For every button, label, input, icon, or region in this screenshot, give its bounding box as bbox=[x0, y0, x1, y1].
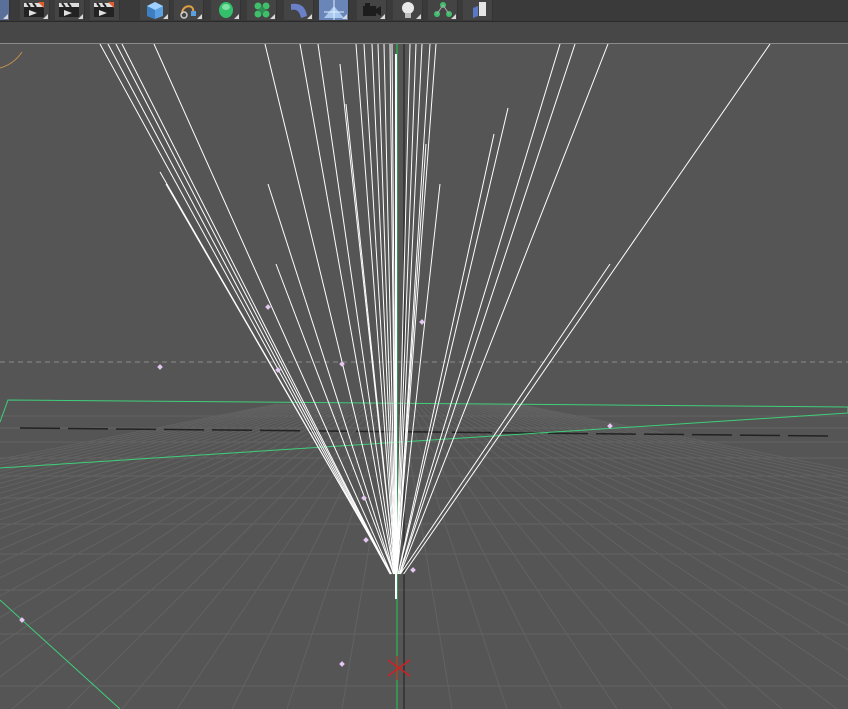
grid-line bbox=[516, 403, 848, 471]
vertex-point[interactable] bbox=[419, 319, 425, 325]
toolbar-button-spline[interactable] bbox=[174, 0, 204, 20]
menu-corner-icon bbox=[451, 14, 456, 19]
menu-corner-icon bbox=[3, 14, 8, 19]
grid-line bbox=[11, 403, 370, 709]
grid-line bbox=[0, 403, 346, 564]
vertex-point[interactable] bbox=[339, 661, 345, 667]
grid-line bbox=[464, 403, 848, 540]
grid-line bbox=[0, 403, 366, 678]
grid-line bbox=[424, 403, 783, 709]
grid-line bbox=[496, 403, 848, 489]
vertex-point[interactable] bbox=[363, 537, 369, 543]
toolbar-button-deformer[interactable] bbox=[284, 0, 314, 20]
floor-grid bbox=[0, 403, 848, 709]
toolbar-button-subdivision[interactable] bbox=[211, 0, 241, 20]
menu-corner-icon bbox=[270, 14, 275, 19]
grid-line bbox=[286, 403, 390, 709]
hair-strand bbox=[115, 44, 391, 575]
toolbar-button-cloner[interactable] bbox=[247, 0, 277, 20]
grid-line bbox=[231, 403, 386, 709]
toolbar-button-effector[interactable] bbox=[463, 0, 493, 20]
grid-line bbox=[408, 403, 563, 709]
vertex-point[interactable] bbox=[410, 567, 416, 573]
viewport-header bbox=[0, 22, 848, 44]
hair-strand bbox=[396, 143, 427, 575]
grid-line bbox=[448, 403, 848, 589]
grid-line bbox=[472, 403, 848, 523]
main-toolbar bbox=[0, 0, 848, 22]
selection-outline-bottom bbox=[0, 599, 121, 709]
grid-line bbox=[412, 403, 618, 709]
grid-line bbox=[444, 403, 848, 606]
grid-line bbox=[428, 403, 838, 709]
grid-line bbox=[0, 403, 278, 460]
hair-strand bbox=[398, 44, 561, 575]
grid-line bbox=[341, 403, 394, 709]
grid-line bbox=[0, 403, 298, 476]
hair-strand bbox=[165, 183, 392, 575]
hair-strand bbox=[397, 133, 495, 575]
grid-line bbox=[452, 403, 848, 574]
menu-corner-icon bbox=[78, 14, 83, 19]
toolbar-button-floor[interactable] bbox=[319, 0, 349, 20]
menu-corner-icon bbox=[163, 14, 168, 19]
menu-corner-icon bbox=[234, 14, 239, 19]
toolbar-button-light[interactable] bbox=[393, 0, 423, 20]
vertex-point[interactable] bbox=[157, 364, 163, 370]
toolbar-button-render-view[interactable] bbox=[20, 0, 50, 20]
grid-line bbox=[400, 403, 453, 709]
grid-line bbox=[404, 403, 508, 709]
hair-strand bbox=[153, 44, 392, 575]
menu-corner-icon bbox=[197, 14, 202, 19]
viewport-canvas[interactable] bbox=[0, 44, 848, 709]
toolbar-button-cube[interactable] bbox=[140, 0, 170, 20]
menu-corner-icon bbox=[43, 14, 48, 19]
menu-corner-icon bbox=[307, 14, 312, 19]
effector-icon bbox=[473, 2, 486, 18]
grid-line bbox=[0, 403, 362, 645]
toolbar-button-render-active[interactable] bbox=[0, 0, 10, 20]
grid-line bbox=[0, 403, 342, 551]
render-settings-icon bbox=[94, 2, 114, 17]
grid-line bbox=[492, 403, 848, 493]
menu-corner-icon bbox=[416, 14, 421, 19]
axis-gizmo[interactable] bbox=[387, 656, 411, 680]
grid-line bbox=[488, 403, 848, 498]
spline-curve bbox=[0, 51, 23, 69]
toolbar-button-render-settings[interactable] bbox=[90, 0, 120, 20]
menu-corner-icon bbox=[380, 14, 385, 19]
toolbar-button-render-picture[interactable] bbox=[55, 0, 85, 20]
toolbar-button-camera[interactable] bbox=[357, 0, 387, 20]
grid-line bbox=[500, 403, 848, 485]
vertex-point[interactable] bbox=[265, 304, 271, 310]
toolbar-button-tags[interactable] bbox=[428, 0, 458, 20]
hair-strand bbox=[403, 44, 771, 575]
3d-viewport[interactable] bbox=[0, 44, 848, 709]
menu-corner-icon bbox=[342, 14, 347, 19]
grid-line bbox=[420, 403, 728, 709]
vertex-points[interactable] bbox=[19, 304, 613, 667]
hair-strand bbox=[396, 44, 423, 575]
hair-strand bbox=[121, 44, 392, 575]
